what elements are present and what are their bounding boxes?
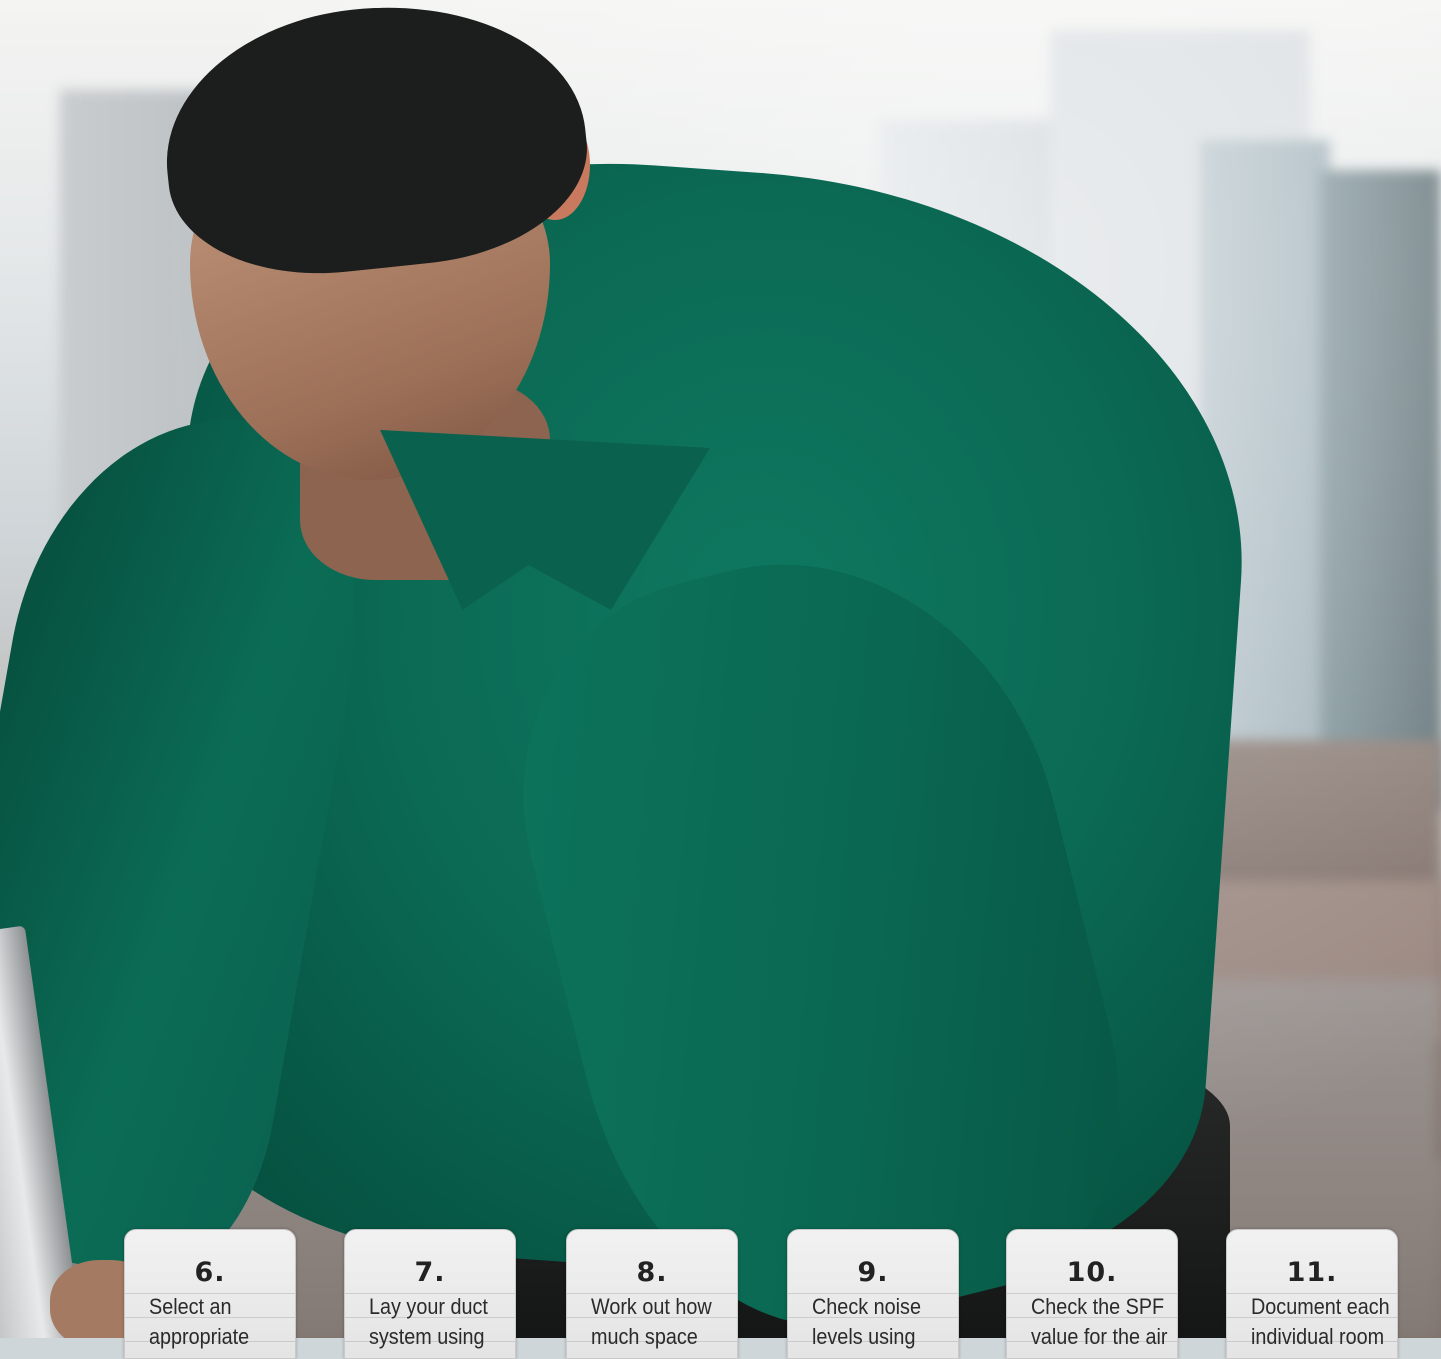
step-text: Check noise levels using [812,1294,921,1349]
background-photo [0,0,1441,1338]
step-text: Lay your duct system using [369,1294,488,1349]
step-number: 6. [194,1257,226,1288]
man-working-on-laptop [0,0,1441,1338]
step-text: Select an appropriate [149,1294,250,1349]
step-tab-9[interactable]: 9. Check noise levels using [787,1229,959,1359]
step-text: Work out how much space [591,1294,712,1349]
step-tab-7[interactable]: 7. Lay your duct system using [344,1229,516,1359]
step-number: 10. [1066,1257,1118,1288]
step-number: 7. [414,1257,446,1288]
step-number: 9. [857,1257,889,1288]
step-number: 8. [636,1257,668,1288]
step-tab-11[interactable]: 11. Document each individual room [1226,1229,1398,1359]
step-tab-6[interactable]: 6. Select an appropriate [124,1229,296,1359]
step-text: Document each individual room [1251,1294,1390,1349]
step-number: 11. [1286,1257,1338,1288]
step-tab-8[interactable]: 8. Work out how much space [566,1229,738,1359]
step-tab-10[interactable]: 10. Check the SPF value for the air [1006,1229,1178,1359]
step-text: Check the SPF value for the air [1031,1294,1168,1349]
